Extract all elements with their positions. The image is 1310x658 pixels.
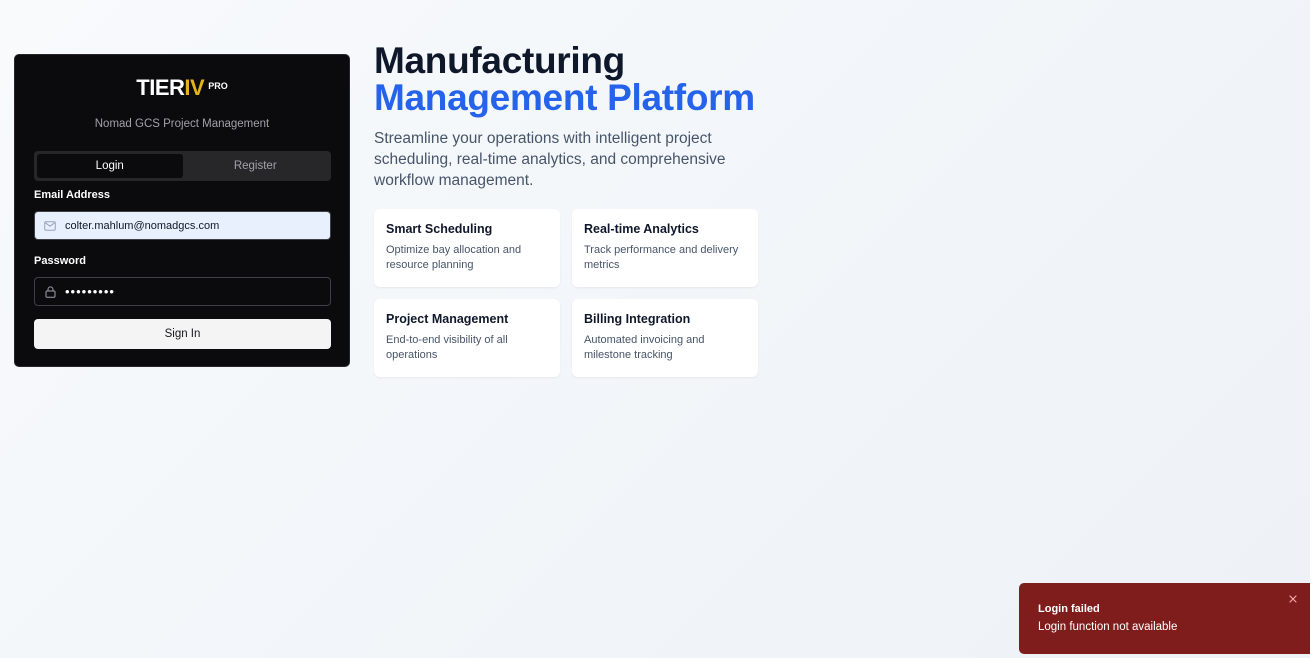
feature-description: Optimize bay allocation and resource pla…: [386, 244, 522, 271]
feature-description: Automated invoicing and milestone tracki…: [584, 334, 705, 361]
feature-title: Billing Integration: [584, 312, 691, 326]
feature-description: Track performance and delivery metrics: [584, 244, 739, 271]
logo-tier-text: TIER: [136, 75, 185, 100]
hero-description: Streamline your operations with intellig…: [374, 130, 726, 189]
lock-icon: [35, 285, 65, 298]
password-input[interactable]: [65, 284, 315, 299]
mail-icon: [35, 220, 65, 231]
feature-card-project-management: Project Management End-to-end visibility…: [374, 299, 560, 377]
auth-tabs: Login Register: [34, 151, 331, 181]
logo-iv-text: IV: [184, 75, 205, 100]
feature-card-billing-integration: Billing Integration Automated invoicing …: [572, 299, 758, 377]
login-subtitle: Nomad GCS Project Management: [94, 118, 270, 130]
password-label: Password: [34, 255, 86, 267]
feature-description: End-to-end visibility of all operations: [386, 334, 508, 361]
password-field-wrapper[interactable]: [34, 277, 331, 306]
hero-title: Manufacturing Management Platform: [374, 42, 755, 116]
tab-register[interactable]: Register: [183, 154, 329, 178]
feature-card-smart-scheduling: Smart Scheduling Optimize bay allocation…: [374, 209, 560, 287]
feature-title: Real-time Analytics: [584, 222, 699, 236]
feature-card-realtime-analytics: Real-time Analytics Track performance an…: [572, 209, 758, 287]
sign-in-button[interactable]: Sign In: [34, 319, 331, 349]
toast-title: Login failed: [1038, 603, 1100, 615]
logo-pro-badge: PRO: [208, 81, 228, 91]
email-input[interactable]: [65, 219, 315, 232]
toast-message: Login function not available: [1038, 621, 1178, 633]
hero-title-line1: Manufacturing: [374, 40, 625, 81]
feature-title: Project Management: [386, 312, 509, 326]
email-field-wrapper[interactable]: [34, 211, 331, 240]
error-toast: Login failed Login function not availabl…: [1019, 583, 1310, 654]
feature-title: Smart Scheduling: [386, 222, 493, 236]
close-icon[interactable]: [1286, 592, 1300, 606]
login-card: TIERIV PRO Nomad GCS Project Management L…: [14, 54, 350, 367]
hero-title-line2: Management Platform: [374, 77, 755, 118]
tieriv-pro-logo: TIERIV PRO: [15, 75, 349, 101]
tab-login[interactable]: Login: [37, 154, 183, 178]
email-label: Email Address: [34, 189, 111, 201]
